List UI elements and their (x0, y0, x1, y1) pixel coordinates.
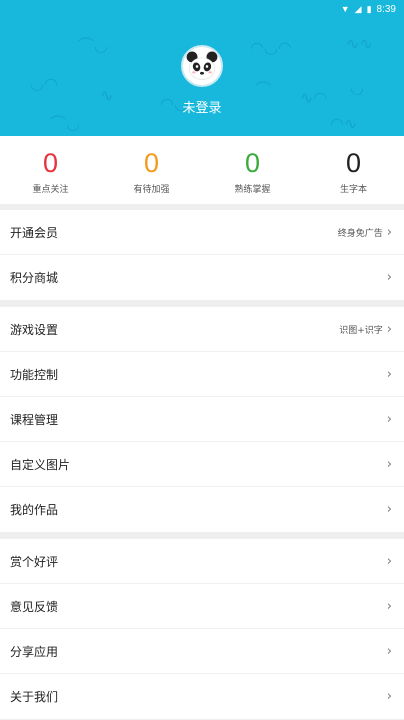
stat-value: 0 (143, 148, 160, 178)
decor-doodle-icon: ◠∿ (330, 114, 358, 133)
chevron-right-icon: › (386, 270, 392, 285)
menu-item-feedback[interactable]: 意见反馈 › (0, 584, 404, 629)
menu-item-label: 课程管理 (10, 412, 59, 427)
chevron-right-icon: › (386, 598, 392, 614)
chevron-right-icon: › (386, 502, 392, 517)
stat-needs-work[interactable]: 0 有待加强 (101, 136, 202, 204)
chevron-right-icon: › (386, 411, 392, 427)
menu-item-points-mall[interactable]: 积分商城 › (0, 255, 404, 300)
chevron-right-icon: › (386, 321, 392, 337)
stats-panel: 0 重点关注 0 有待加强 0 熟练掌握 0 生字本 (0, 136, 404, 204)
menu-item-label: 开通会员 (10, 225, 59, 240)
menu-item-game-settings[interactable]: 游戏设置 识图+识字 › (0, 307, 404, 352)
menu-item-label: 我的作品 (10, 503, 59, 517)
chevron-right-icon: › (386, 366, 392, 382)
menu-item-label: 自定义图片 (10, 457, 71, 472)
status-bar: ▼ ◢ ▮ 8:39 (0, 0, 404, 18)
wifi-icon: ▼ (340, 3, 350, 14)
decor-doodle-icon: ◡◠ (30, 74, 58, 93)
stat-value: 0 (244, 148, 261, 178)
stat-value: 0 (345, 148, 362, 178)
battery-icon: ▮ (366, 3, 372, 14)
menu-item-custom-images[interactable]: 自定义图片 › (0, 442, 404, 487)
menu-item-label: 功能控制 (10, 367, 59, 382)
chevron-right-icon: › (386, 456, 392, 472)
chevron-right-icon: › (386, 224, 392, 240)
menu-group-settings: 游戏设置 识图+识字 › 功能控制 › 课程管理 › 自定义图片 › 我的作品 … (0, 307, 404, 532)
menu-item-vip[interactable]: 开通会员 终身免广告 › (0, 210, 404, 255)
chevron-right-icon: › (386, 553, 392, 569)
stat-key-focus[interactable]: 0 重点关注 (0, 136, 101, 204)
decor-doodle-icon: ∿∿ (346, 34, 373, 53)
login-status-label[interactable]: 未登录 (0, 97, 404, 116)
menu-item-my-works[interactable]: 我的作品 › (0, 487, 404, 532)
decor-doodle-icon: ⌒◡ (78, 36, 108, 55)
menu-item-share-app[interactable]: 分享应用 › (0, 629, 404, 674)
stat-value: 0 (42, 148, 59, 178)
menu-item-label: 分享应用 (10, 644, 59, 659)
status-time: 8:39 (376, 3, 396, 15)
menu-item-label: 游戏设置 (10, 322, 59, 337)
menu-group-about: 赏个好评 › 意见反馈 › 分享应用 › 关于我们 › (0, 539, 404, 719)
menu-item-label: 意见反馈 (10, 599, 59, 614)
chevron-right-icon: › (386, 689, 392, 704)
stat-label: 重点关注 (32, 185, 69, 195)
stat-label: 有待加强 (133, 185, 170, 195)
menu-item-label: 关于我们 (10, 690, 59, 704)
menu-item-label: 赏个好评 (10, 554, 59, 569)
stat-label: 生字本 (339, 185, 367, 195)
stat-mastered[interactable]: 0 熟练掌握 (202, 136, 303, 204)
stat-new-words[interactable]: 0 生字本 (303, 136, 404, 204)
menu-item-extra: 识图+识字 (339, 325, 383, 336)
stat-label: 熟练掌握 (234, 185, 271, 195)
menu-item-rate-app[interactable]: 赏个好评 › (0, 539, 404, 584)
profile-header: ⌒◡ ◠◡◠ ∿∿ ◡◠ ∿ ◠◡ ⌒ ∿◠ ◡ ⌒◡ ◠∿ 未登录 (0, 18, 404, 136)
menu-item-course-management[interactable]: 课程管理 › (0, 397, 404, 442)
menu-item-label: 积分商城 (10, 271, 59, 285)
menu-item-extra: 终身免广告 (337, 228, 383, 239)
panda-avatar-icon[interactable] (181, 45, 223, 87)
menu-group-membership: 开通会员 终身免广告 › 积分商城 › (0, 210, 404, 300)
decor-doodle-icon: ◡ (350, 78, 364, 97)
decor-doodle-icon: ◠◡◠ (250, 38, 292, 57)
menu-item-about-us[interactable]: 关于我们 › (0, 674, 404, 719)
chevron-right-icon: › (386, 643, 392, 659)
menu-item-feature-control[interactable]: 功能控制 › (0, 352, 404, 397)
signal-icon: ◢ (354, 3, 362, 14)
